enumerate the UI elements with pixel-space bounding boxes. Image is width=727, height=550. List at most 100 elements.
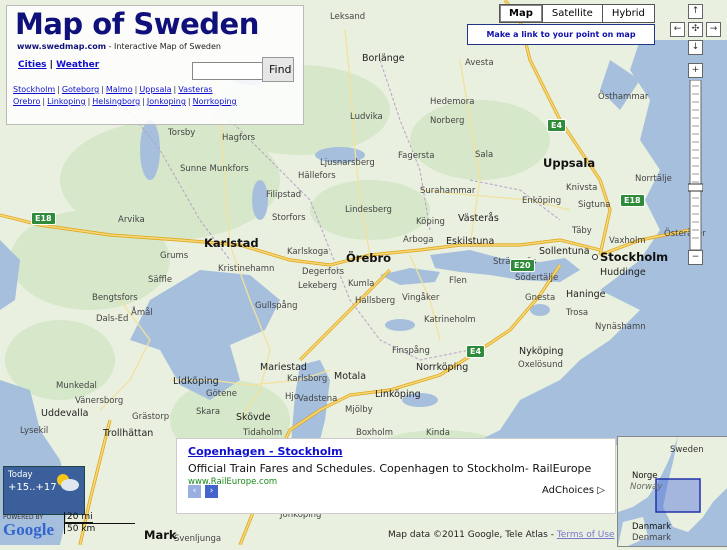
zoom-slider-handle xyxy=(688,183,703,192)
ad-panel: Copenhagen - Stockholm Official Train Fa… xyxy=(176,438,616,514)
city-link-uppsala[interactable]: Uppsala xyxy=(139,85,171,94)
map-type-map-button[interactable]: Map xyxy=(499,4,543,23)
zoom-slider[interactable] xyxy=(688,80,703,250)
place-label: Hallsberg xyxy=(355,296,396,306)
place-label: Avesta xyxy=(465,58,494,68)
make-link-button[interactable]: Make a link to your point on map xyxy=(467,24,655,45)
overview-label: Danmark xyxy=(632,522,672,532)
place-label: Sala xyxy=(475,150,494,160)
ad-next-button[interactable]: › xyxy=(205,485,218,498)
place-label: Vaxholm xyxy=(609,236,646,246)
place-label: Kinda xyxy=(426,428,450,438)
city-link-jonkoping[interactable]: Jonkoping xyxy=(147,97,186,106)
place-label: Lindesberg xyxy=(345,205,392,215)
place-label: Uppsala xyxy=(543,156,596,170)
place-label: Skara xyxy=(196,407,221,417)
place-label: Tidaholm xyxy=(243,428,283,438)
place-label: Linköping xyxy=(375,389,421,400)
place-label: Vingåker xyxy=(402,293,440,303)
overview-label: Norway xyxy=(630,482,663,492)
overview-map[interactable]: Sweden Norge Norway Danmark Denmark xyxy=(617,436,727,547)
pan-up-button[interactable]: ↑ xyxy=(688,4,703,19)
place-label: Sunne Munkfors xyxy=(180,164,249,174)
place-label: Trollhättan xyxy=(103,428,154,439)
place-label: Hällefors xyxy=(298,171,336,181)
place-label: Enköping xyxy=(522,196,562,206)
zoom-in-button[interactable]: + xyxy=(688,63,703,78)
find-button[interactable]: Find xyxy=(262,57,294,82)
nav-separator: | xyxy=(46,60,57,70)
google-logo[interactable]: POWERED BY Google xyxy=(3,514,54,539)
pan-center-button[interactable]: ✣ xyxy=(688,22,703,37)
city-link-goteborg[interactable]: Goteborg xyxy=(62,85,99,94)
ad-prev-button[interactable]: ‹ xyxy=(188,485,201,498)
google-wordmark: Google xyxy=(3,520,54,539)
place-label: Mariestad xyxy=(260,362,307,373)
page-title: Map of Sweden xyxy=(15,7,259,41)
place-label: Eskilstuna xyxy=(446,236,495,247)
overview-label: Norge xyxy=(632,471,658,481)
place-label: Arvika xyxy=(118,215,145,225)
place-label: Sigtuna xyxy=(578,200,611,210)
place-label: Örebro xyxy=(346,251,392,265)
place-label: Mjölby xyxy=(345,405,373,415)
place-label: Dals-Ed xyxy=(96,314,129,324)
cloud-sun-icon xyxy=(57,474,79,491)
city-link-orebro[interactable]: Orebro xyxy=(13,97,40,106)
site-domain: www.swedmap.com xyxy=(17,42,107,51)
pan-down-button[interactable]: ↓ xyxy=(688,40,703,55)
place-label: Mark xyxy=(144,528,177,542)
place-label: Oxelösund xyxy=(518,360,563,370)
place-label: Norrtälje xyxy=(635,174,672,184)
zoom-out-button[interactable]: − xyxy=(688,250,703,265)
terms-of-use-link[interactable]: Terms of Use xyxy=(557,530,615,540)
place-label: Skövde xyxy=(236,412,271,423)
city-link-vasteras[interactable]: Vasteras xyxy=(178,85,212,94)
city-link-malmo[interactable]: Malmo xyxy=(106,85,133,94)
scale-bar: 20 mi 50 km xyxy=(64,512,135,534)
nav-weather-link[interactable]: Weather xyxy=(56,60,99,70)
city-link-linkoping[interactable]: Linkoping xyxy=(47,97,85,106)
search-input[interactable] xyxy=(192,62,268,80)
pan-right-button[interactable]: → xyxy=(706,22,721,37)
nav-cities-link[interactable]: Cities xyxy=(18,60,47,70)
ad-url-link[interactable]: www.RailEurope.com xyxy=(188,477,277,487)
place-label: Vänersborg xyxy=(75,396,124,406)
ad-title-link[interactable]: Copenhagen - Stockholm xyxy=(188,445,343,458)
place-label: Grums xyxy=(160,251,189,261)
ad-text: Official Train Fares and Schedules. Cope… xyxy=(188,462,592,475)
place-label: Gnesta xyxy=(525,293,556,303)
city-link-helsingborg[interactable]: Helsingborg xyxy=(92,97,140,106)
place-label: Hedemora xyxy=(430,97,475,107)
map-type-hybrid-button[interactable]: Hybrid xyxy=(601,4,655,23)
pan-left-button[interactable]: ← xyxy=(670,22,685,37)
place-label: Täby xyxy=(572,226,592,236)
road-shield: E18 xyxy=(31,212,56,225)
place-label: Norrköping xyxy=(416,362,469,373)
weather-widget[interactable]: Today +15..+17 xyxy=(3,466,85,515)
city-link-list: Stockholm | Goteborg | Malmo | Uppsala | Vastera… xyxy=(13,85,237,106)
place-label: Östhammar xyxy=(598,92,649,102)
ad-choices-link[interactable]: AdChoices ▷ xyxy=(542,485,605,496)
map-type-satellite-button[interactable]: Satellite xyxy=(541,4,603,23)
place-label: Leksand xyxy=(330,12,366,22)
place-label: Ljusnarsberg xyxy=(320,158,375,168)
place-label: Köping xyxy=(416,217,445,227)
place-label: Katrineholm xyxy=(424,315,476,325)
city-link-norrkoping[interactable]: Norrkoping xyxy=(193,97,237,106)
place-label: Boxholm xyxy=(356,428,394,438)
place-label: Stockholm xyxy=(600,250,669,264)
city-link-stockholm[interactable]: Stockholm xyxy=(13,85,55,94)
place-label: Nynäshamn xyxy=(595,322,646,332)
place-label: Munkedal xyxy=(56,381,97,391)
place-label: Finspång xyxy=(392,346,430,356)
road-shield: E18 xyxy=(620,194,645,207)
place-label: Västerås xyxy=(458,213,499,224)
place-label: Haninge xyxy=(566,289,606,300)
place-label: Borlänge xyxy=(362,53,405,64)
place-label: Gullspång xyxy=(255,301,298,311)
place-label: Arboga xyxy=(403,235,434,245)
place-label: Ludvika xyxy=(350,112,383,122)
place-label: Lekeberg xyxy=(298,281,338,291)
place-label: Sollentuna xyxy=(539,246,590,257)
